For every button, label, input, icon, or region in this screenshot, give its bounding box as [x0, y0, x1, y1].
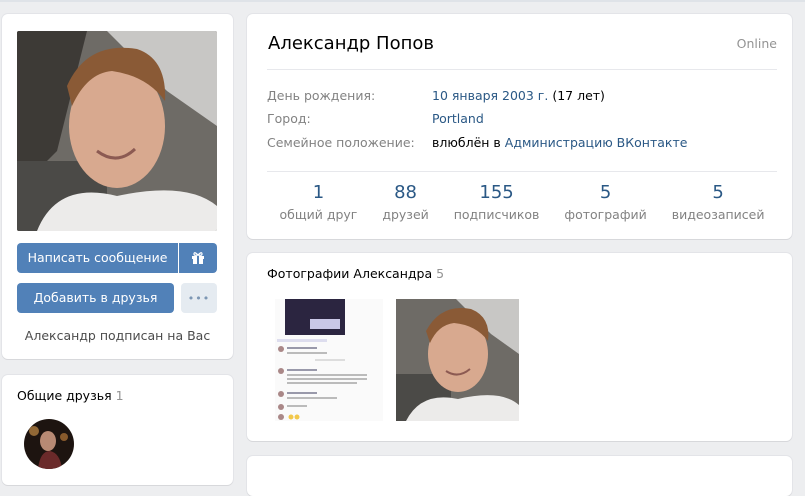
counter-caption: видеозаписей: [671, 207, 765, 222]
birthday-link[interactable]: 10 января 2003 г.: [432, 88, 548, 103]
add-friend-button[interactable]: Добавить в друзья: [17, 283, 174, 313]
counter-number: 1: [312, 182, 325, 203]
more-dots-icon: •••: [187, 292, 211, 305]
divider: [267, 69, 777, 70]
city-link[interactable]: Portland: [432, 111, 484, 126]
photo-thumbnail[interactable]: [396, 299, 519, 421]
photo-thumbnail[interactable]: [275, 299, 383, 421]
profile-name: Александр Попов: [268, 33, 434, 54]
counter-videos[interactable]: 5 видеозаписей: [672, 182, 765, 232]
profile-counters: 1 общий друг 88 друзей 155 подписчиков 5…: [267, 182, 777, 232]
counter-caption: фотографий: [564, 207, 647, 222]
relationship-prefix: влюблён в: [432, 135, 505, 150]
photos-card: Фотографии Александра 5: [247, 253, 792, 441]
counter-number: 155: [479, 182, 514, 203]
city-label: Город:: [267, 111, 311, 126]
counter-number: 88: [394, 182, 417, 203]
birthday-age: (17 лет): [548, 88, 605, 103]
gift-icon: [192, 252, 204, 265]
friend-avatar[interactable]: [24, 419, 74, 469]
mutual-friends-header[interactable]: Общие друзья 1: [17, 388, 124, 403]
profile-info-card: Александр Попов Online День рождения: 10…: [247, 14, 792, 239]
mutual-friends-count: 1: [115, 388, 124, 403]
photos-title: Фотографии Александра: [267, 266, 433, 281]
relationship-label: Семейное положение:: [267, 135, 415, 150]
send-gift-button[interactable]: [179, 243, 217, 273]
photos-header[interactable]: Фотографии Александра 5: [267, 266, 444, 281]
counter-caption: друзей: [382, 207, 429, 222]
divider: [267, 171, 777, 172]
counter-caption: общий друг: [279, 207, 358, 222]
wall-card: [247, 456, 792, 496]
online-status: Online: [736, 36, 777, 51]
counter-caption: подписчиков: [453, 207, 540, 222]
birthday-label: День рождения:: [267, 88, 376, 103]
relationship-link[interactable]: Администрацию ВКонтакте: [505, 135, 688, 150]
counter-mutual-friends[interactable]: 1 общий друг: [279, 182, 357, 232]
profile-avatar[interactable]: [17, 31, 217, 231]
counter-number: 5: [599, 182, 612, 203]
counter-photos[interactable]: 5 фотографий: [564, 182, 646, 232]
send-message-button[interactable]: Написать сообщение: [17, 243, 178, 273]
counter-followers[interactable]: 155 подписчиков: [454, 182, 540, 232]
more-actions-button[interactable]: •••: [181, 283, 217, 313]
subscribed-note: Александр подписан на Вас: [24, 328, 211, 343]
photos-count: 5: [436, 266, 445, 281]
top-border: [0, 0, 805, 2]
profile-avatar-card: Написать сообщение Добавить в друзья •••…: [2, 14, 233, 359]
counter-number: 5: [712, 182, 724, 203]
counter-friends[interactable]: 88 друзей: [382, 182, 428, 232]
mutual-friends-title: Общие друзья: [17, 388, 112, 403]
